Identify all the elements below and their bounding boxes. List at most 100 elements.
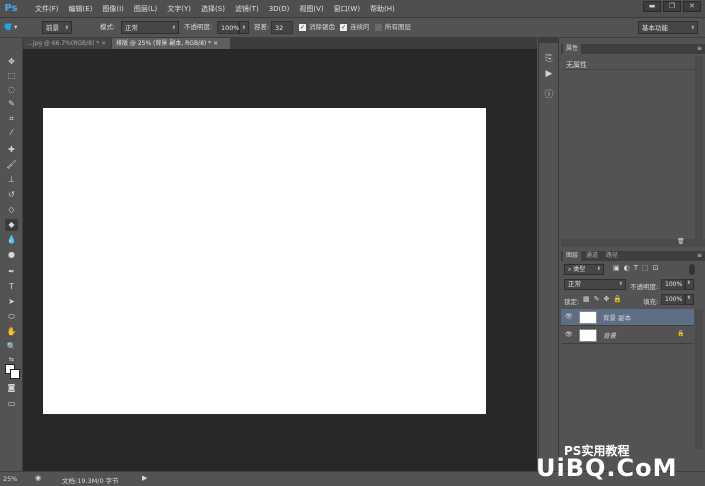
minimize-button[interactable]: ▬ [643,1,661,12]
quick-select-tool-icon[interactable]: ✎ [5,98,18,110]
ellipse-tool-icon[interactable]: ⬭ [5,311,18,323]
marquee-tool-icon[interactable]: ⬚ [5,70,18,82]
hand-tool-icon[interactable]: ✋ [5,326,18,338]
background-color-swatch[interactable] [10,369,20,379]
layer-name: 背景 [603,332,616,340]
menu-type[interactable]: 文字(Y) [162,0,196,18]
blur-tool-icon[interactable]: 💧 [5,234,18,246]
antialias-checkbox[interactable]: ✓ 消除锯齿 [299,21,335,34]
screen-mode-icon[interactable]: ▭ [5,398,18,410]
menu-select[interactable]: 选择(S) [196,0,230,18]
history-panel-icon[interactable]: ⎘ [542,52,556,66]
layer-opacity-dropdown[interactable] [685,279,694,290]
watermark-line-2: UiBQ.CoM [536,454,678,482]
history-brush-tool-icon[interactable]: ↺ [5,189,18,201]
menu-edit[interactable]: 编辑(E) [64,0,98,18]
lock-pixels-icon[interactable]: ✎ [594,295,604,303]
watermark-logo: PS实用教程 UiBQ.CoM [530,442,705,482]
layers-scrollbar[interactable] [695,309,703,449]
layer-row[interactable]: 👁 背景 🔒 [561,327,694,344]
fill-input[interactable]: 100% [661,294,685,305]
panel-menu-icon[interactable]: ≡ [697,251,702,261]
search-icon: ⌕ [568,266,572,273]
mode-select[interactable]: 正常 [121,21,179,35]
path-selection-tool-icon[interactable]: ➤ [5,296,18,308]
fill-dropdown[interactable] [685,294,694,305]
eyedropper-tool-icon[interactable]: ⁄ [5,127,18,139]
tab-channels[interactable]: 通道 [583,251,601,261]
paint-bucket-tool-icon[interactable]: ◆ [5,219,18,231]
tab-close-icon[interactable]: × [101,40,106,47]
menu-filter[interactable]: 滤镜(T) [230,0,264,18]
fill-source-select[interactable]: 前景 [42,21,72,35]
tab-label: 排版 @ 25% (背景 副本, RGB/8) * [116,40,212,47]
layer-opacity-input[interactable]: 100% [661,279,685,290]
menu-help[interactable]: 帮助(H) [365,0,400,18]
crop-tool-icon[interactable]: ⌗ [5,113,18,125]
move-tool-icon[interactable]: ✥ [5,56,18,68]
contiguous-checkbox[interactable]: ✓ 连续的 [340,21,370,34]
menu-3d[interactable]: 3D(D) [264,0,295,18]
workspace-select[interactable]: 基本功能 [638,21,698,35]
properties-divider [563,56,695,70]
menu-view[interactable]: 视图(V) [294,0,328,18]
clone-stamp-tool-icon[interactable]: ⊥ [5,174,18,186]
properties-scrollbar[interactable] [695,56,703,242]
type-filter-icon[interactable]: T [634,264,642,272]
tab-layers[interactable]: 图层 [563,251,582,261]
panel-icon-strip: ⎘ ▶ ⓘ [538,38,559,471]
healing-brush-tool-icon[interactable]: ✚ [5,144,18,156]
tab-label: ...jpg @ 66.7%(RGB/8) * [27,40,100,47]
opacity-dropdown[interactable] [239,21,249,35]
zoom-tool-icon[interactable]: 🔍 [5,341,18,353]
panel-menu-icon[interactable]: ≡ [697,44,702,54]
lock-label: 锁定: [564,298,580,306]
trash-icon[interactable]: 🗑 [677,238,685,245]
info-panel-icon[interactable]: ⓘ [542,88,556,102]
lock-transparency-icon[interactable]: ▦ [583,295,594,303]
brush-tool-icon[interactable]: 🖌 [5,159,18,171]
tab-properties[interactable]: 属性 [563,44,582,54]
status-menu-arrow-icon[interactable]: ▶ [142,474,147,482]
layer-row[interactable]: 👁 背景 副本 [561,309,694,326]
check-icon: ✓ [299,23,306,31]
quick-mask-icon[interactable]: ◙ [5,382,18,394]
lasso-tool-icon[interactable]: ◌ [5,84,18,96]
canvas-area[interactable] [23,49,537,471]
opacity-input[interactable]: 100% [217,21,240,34]
tolerance-input[interactable]: 32 [271,21,293,34]
tab-paths[interactable]: 路径 [603,251,621,261]
tab-close-icon[interactable]: × [213,40,218,47]
all-layers-checkbox[interactable]: 所有图层 [375,21,411,34]
smart-object-filter-icon[interactable]: ⊡ [653,264,663,272]
maximize-button[interactable]: ❐ [663,1,681,12]
menu-layer[interactable]: 图层(L) [129,0,162,18]
pen-tool-icon[interactable]: ✒ [5,266,18,278]
document-tab-1[interactable]: ...jpg @ 66.7%(RGB/8) * × [23,38,111,49]
actions-play-icon[interactable]: ▶ [542,67,556,81]
lock-position-icon[interactable]: ✥ [604,295,614,303]
pixel-filter-icon[interactable]: ▣ [613,264,624,272]
eraser-tool-icon[interactable]: ◇ [5,204,18,216]
menu-image[interactable]: 图像(I) [97,0,129,18]
close-button[interactable]: ✕ [683,1,701,12]
dodge-tool-icon[interactable]: ● [5,249,18,261]
menu-file[interactable]: 文件(F) [30,0,64,18]
tool-preset-picker[interactable]: 🪣 ▾ [4,21,30,34]
checkbox-icon [375,23,382,31]
status-share-icon[interactable]: ◉ [35,474,41,482]
document-tab-2[interactable]: 排版 @ 25% (背景 副本, RGB/8) * × [112,38,230,49]
layer-filter-select[interactable]: ⌕ 类型 [564,264,604,275]
filter-toggle[interactable] [689,264,695,275]
menu-window[interactable]: 窗口(W) [329,0,365,18]
lock-all-icon[interactable]: 🔒 [613,295,626,303]
document-canvas[interactable] [43,108,486,414]
visibility-eye-icon[interactable]: 👁 [565,331,573,338]
type-tool-icon[interactable]: T [5,281,18,293]
visibility-eye-icon[interactable]: 👁 [565,313,573,320]
blend-mode-select[interactable]: 正常 [564,279,626,290]
adjustment-filter-icon[interactable]: ◐ [624,264,634,272]
shape-filter-icon[interactable]: ⬚ [642,264,653,272]
contiguous-label: 连续的 [350,23,370,31]
zoom-level[interactable]: 25% [3,475,17,483]
